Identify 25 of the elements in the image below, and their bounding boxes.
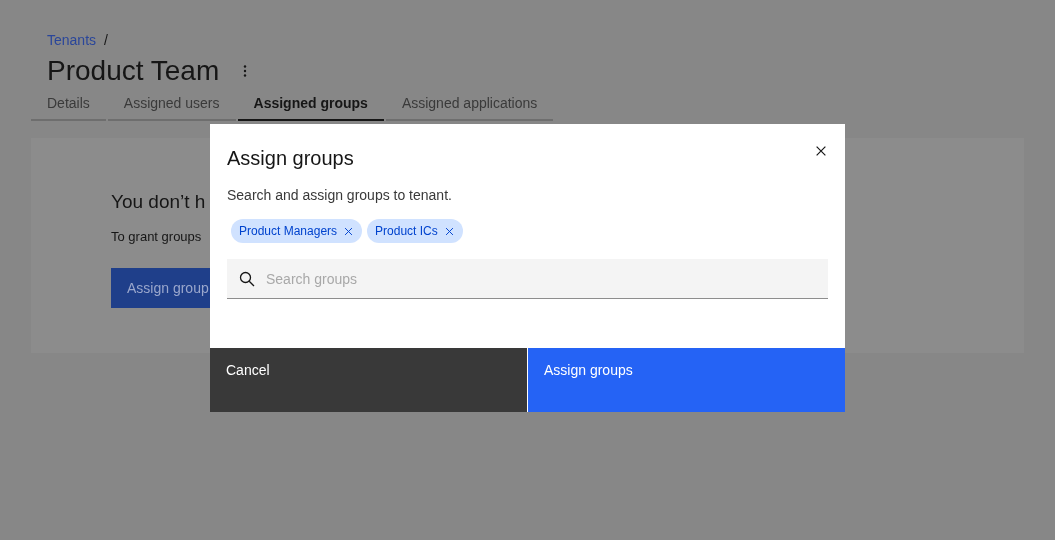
- breadcrumb-link[interactable]: Tenants: [47, 30, 97, 50]
- empty-state-heading: You don’t h: [111, 190, 206, 214]
- modal-title: Assign groups: [227, 146, 354, 171]
- tab[interactable]: Details: [31, 90, 106, 121]
- tab[interactable]: Assigned applications: [385, 90, 554, 121]
- tag-label: Product Managers: [239, 223, 338, 240]
- breadcrumb-separator: /: [104, 31, 108, 50]
- close-icon: [343, 225, 355, 237]
- tag-label: Product ICs: [375, 223, 438, 240]
- primary-button[interactable]: Assign groups: [528, 348, 845, 412]
- modal-description: Search and assign groups to tenant.: [226, 186, 453, 205]
- page-title: Product Team: [47, 54, 220, 88]
- tab[interactable]: Assigned groups: [237, 90, 384, 121]
- overflow-menu-icon[interactable]: [243, 65, 248, 77]
- close-icon: [814, 144, 828, 158]
- cancel-button[interactable]: Cancel: [210, 348, 527, 412]
- close-icon: [443, 225, 455, 237]
- remove-tag-button[interactable]: [443, 225, 455, 237]
- empty-state-text: To grant groups: [111, 227, 202, 246]
- remove-tag-button[interactable]: [343, 225, 355, 237]
- tab[interactable]: Assigned users: [107, 90, 236, 121]
- assign-groups-button[interactable]: Assign group: [111, 268, 211, 308]
- search-icon: [239, 271, 255, 287]
- search-field[interactable]: Search groups: [227, 259, 828, 299]
- close-button[interactable]: [814, 144, 828, 158]
